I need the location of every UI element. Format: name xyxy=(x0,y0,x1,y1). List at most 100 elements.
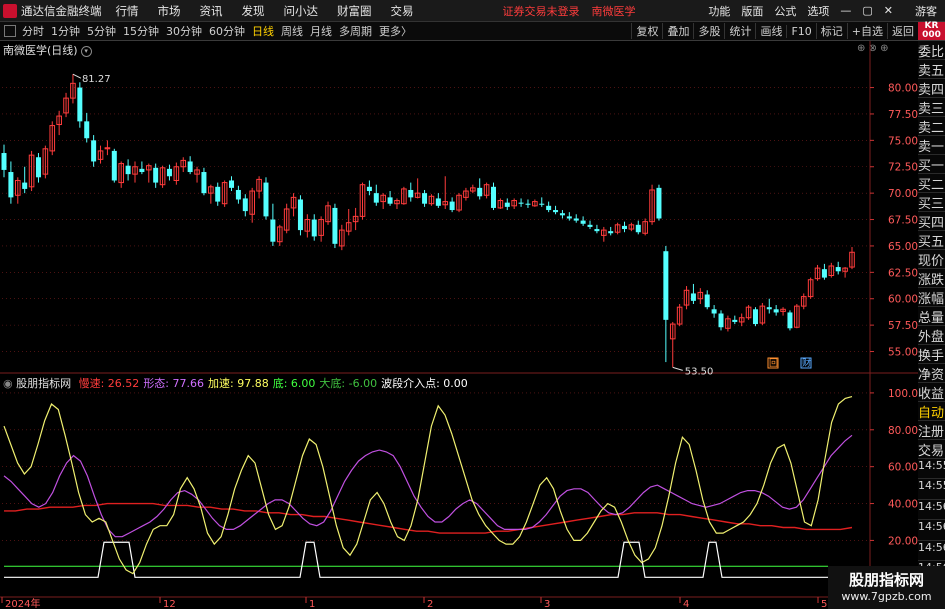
price-tick-label: 77.50 xyxy=(888,109,918,121)
period-daily[interactable]: 日线 xyxy=(252,23,274,39)
period-60min[interactable]: 60分钟 xyxy=(209,23,245,39)
menu-item-wealth[interactable]: 财富圈 xyxy=(337,3,372,19)
menu-item-discover[interactable]: 发现 xyxy=(242,3,265,19)
candle-body xyxy=(318,219,324,236)
kr-badge[interactable]: KR 000 xyxy=(918,22,945,40)
side-panel-item[interactable]: 14:55 xyxy=(918,479,945,500)
candle-body xyxy=(518,202,524,204)
login-warning[interactable]: 证券交易未登录 xyxy=(503,3,580,19)
side-panel-item[interactable]: 卖四 xyxy=(918,79,945,98)
candle-body xyxy=(125,165,131,175)
minimize-icon[interactable]: — xyxy=(840,4,851,17)
menu-options[interactable]: 选项 xyxy=(807,3,829,19)
menu-formula[interactable]: 公式 xyxy=(774,3,796,19)
period-more-label: 更多 xyxy=(379,25,401,38)
side-panel-item[interactable]: 涨幅 xyxy=(918,288,945,307)
menu-layout[interactable]: 版面 xyxy=(741,3,763,19)
side-panel-item[interactable]: 交易 xyxy=(918,440,945,459)
btn-draw[interactable]: 画线 xyxy=(755,23,786,39)
side-panel-item[interactable]: 14:56 xyxy=(918,520,945,541)
side-panel-item[interactable]: 卖五 xyxy=(918,60,945,79)
candle-body xyxy=(325,205,331,223)
candle-body xyxy=(401,188,407,205)
side-panel-item[interactable]: 卖一 xyxy=(918,136,945,155)
btn-back[interactable]: 返回 xyxy=(887,23,918,39)
side-panel-item[interactable]: 委比 xyxy=(918,41,945,60)
side-panel-item[interactable]: 买三 xyxy=(918,193,945,212)
chart-title-text: 南微医学(日线) xyxy=(3,44,78,57)
indicator-tick-label: 80.00 xyxy=(888,425,918,437)
menu-item-trade[interactable]: 交易 xyxy=(391,3,414,19)
candle-body xyxy=(63,97,69,114)
side-panel-item[interactable]: 收益 xyxy=(918,383,945,402)
indicator-field: 形态: 77.66 xyxy=(143,377,205,390)
candle-body xyxy=(290,196,297,209)
menu-item-market[interactable]: 行情 xyxy=(116,3,139,19)
side-panel-item[interactable]: 涨跌 xyxy=(918,269,945,288)
candle-body xyxy=(276,226,283,243)
indicator-tick-label: 100.0 xyxy=(888,388,918,400)
period-multi[interactable]: 多周期 xyxy=(339,23,372,39)
candle-body xyxy=(800,296,807,307)
side-panel-item[interactable]: 自动 xyxy=(918,402,945,421)
side-panel-item[interactable]: 注册 xyxy=(918,421,945,440)
side-panel-item[interactable]: 换手 xyxy=(918,345,945,364)
close-icon[interactable]: ✕ xyxy=(884,4,893,17)
side-panel-item[interactable]: 买四 xyxy=(918,212,945,231)
candle-body xyxy=(249,190,255,215)
panel-toggle-icon[interactable] xyxy=(4,25,16,37)
candle-body xyxy=(77,87,83,122)
chevron-down-icon[interactable]: ▾ xyxy=(80,45,92,57)
btn-stats[interactable]: 统计 xyxy=(724,23,755,39)
btn-add-watchlist[interactable]: +自选 xyxy=(846,23,887,39)
period-1min[interactable]: 1分钟 xyxy=(51,23,80,39)
period-weekly[interactable]: 周线 xyxy=(281,23,303,39)
candle-body xyxy=(628,224,635,230)
period-more[interactable]: 更多〉 xyxy=(379,23,412,39)
menu-function[interactable]: 功能 xyxy=(708,3,730,19)
price-tick-label: 72.50 xyxy=(888,162,918,174)
menu-item-ask[interactable]: 问小达 xyxy=(284,3,319,19)
period-monthly[interactable]: 月线 xyxy=(310,23,332,39)
side-panel-item[interactable]: 买一 xyxy=(918,155,945,174)
btn-multi-stock[interactable]: 多股 xyxy=(693,23,724,39)
candle-body xyxy=(635,224,641,233)
side-panel-item[interactable]: 买二 xyxy=(918,174,945,193)
date-tick-label: 2024年 xyxy=(5,597,40,609)
panel-icons[interactable]: ⊕ ⊗ ⊕ xyxy=(857,43,889,54)
menu-item-markets[interactable]: 市场 xyxy=(158,3,181,19)
candle-body xyxy=(414,192,421,198)
indicator-settings-icon[interactable]: ◉ xyxy=(3,377,16,390)
side-panel-item[interactable]: 14:55 xyxy=(918,459,945,480)
btn-f10[interactable]: F10 xyxy=(786,24,815,38)
low-marker-line xyxy=(672,366,683,371)
candle-body xyxy=(511,200,517,207)
side-panel-item[interactable]: 14:56 xyxy=(918,540,945,561)
side-panel-item[interactable]: 现价 xyxy=(918,250,945,269)
candle-body xyxy=(442,201,449,206)
btn-overlay[interactable]: 叠加 xyxy=(662,23,693,39)
btn-mark[interactable]: 标记 xyxy=(815,23,847,39)
price-tick-label: 62.50 xyxy=(888,267,918,279)
period-30min[interactable]: 30分钟 xyxy=(166,23,202,39)
side-panel-item[interactable]: 卖二 xyxy=(918,117,945,136)
kline-chart[interactable]: 80.00 77.50 75.00 72.50 70.00 67.50 65.00 62.50… xyxy=(0,0,918,609)
btn-adjust[interactable]: 复权 xyxy=(631,23,662,39)
side-panel-item[interactable]: 买五 xyxy=(918,231,945,250)
candle-body xyxy=(601,229,607,236)
side-panel-item[interactable]: 14:56 xyxy=(918,499,945,521)
high-marker-line xyxy=(72,73,82,79)
side-panel-item[interactable]: 净资 xyxy=(918,364,945,383)
period-5min[interactable]: 5分钟 xyxy=(87,23,116,39)
maximize-icon[interactable]: ▢ xyxy=(862,4,872,17)
date-tick-label: 4 xyxy=(683,599,689,609)
period-tick[interactable]: 分时 xyxy=(22,23,44,39)
guest-label[interactable]: 游客 xyxy=(915,3,937,19)
watermark-url: www.7gpzb.com xyxy=(841,590,932,603)
side-panel-item[interactable]: 外盘 xyxy=(918,326,945,345)
menu-item-news[interactable]: 资讯 xyxy=(200,3,223,19)
candle-body xyxy=(532,201,538,207)
side-panel-item[interactable]: 总量 xyxy=(918,307,945,326)
period-15min[interactable]: 15分钟 xyxy=(123,23,159,39)
side-panel-item[interactable]: 卖三 xyxy=(918,98,945,117)
